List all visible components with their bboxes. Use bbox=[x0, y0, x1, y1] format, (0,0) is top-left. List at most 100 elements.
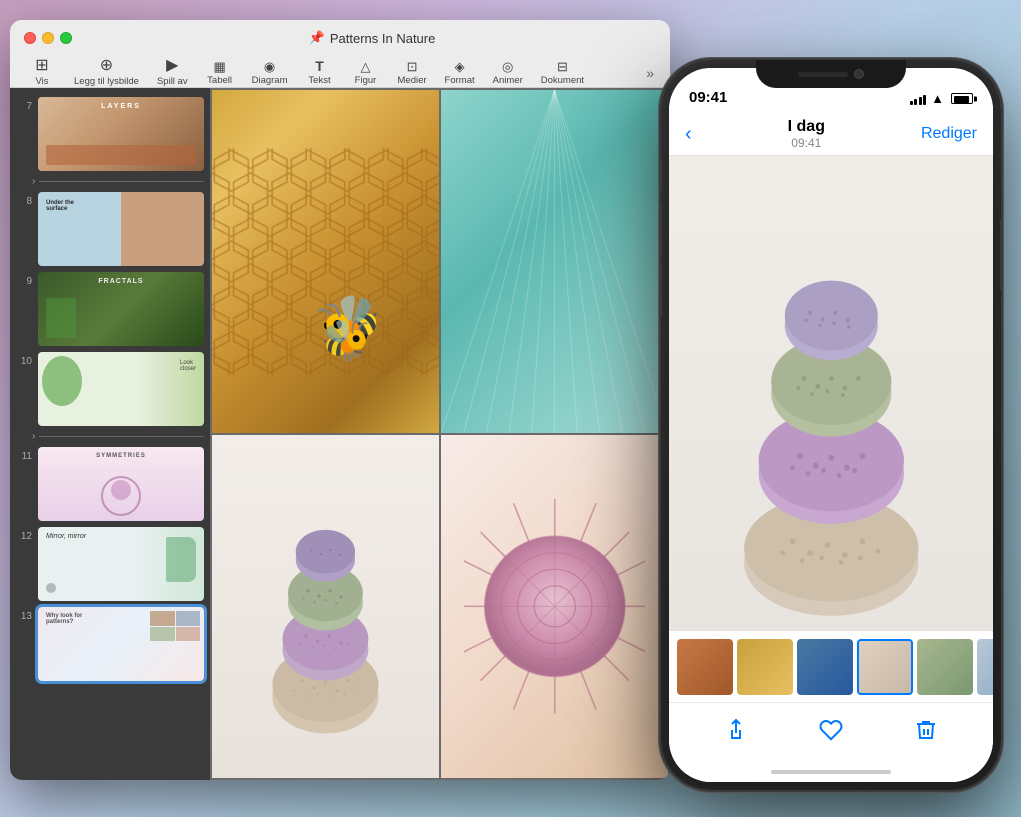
iphone-thumb-strip[interactable] bbox=[669, 630, 993, 702]
status-icons: ▲ bbox=[910, 91, 973, 106]
nav-title-section: I dag 09:41 bbox=[692, 118, 921, 150]
toolbar-animer[interactable]: ◎ Animer bbox=[485, 56, 531, 90]
divider-line-2 bbox=[39, 436, 204, 437]
window-title: 📌 Patterns In Nature bbox=[88, 30, 656, 46]
iphone-device: 09:41 ▲ ‹ bbox=[661, 60, 1001, 790]
slide-thumb-8[interactable]: Under thesurface bbox=[38, 192, 204, 266]
main-area: 7 LAYERS › 8 Under thesurface bbox=[10, 88, 670, 780]
toolbar-more-button[interactable]: » bbox=[640, 61, 660, 85]
close-button[interactable] bbox=[24, 32, 36, 44]
iphone-power-button bbox=[1000, 220, 1001, 290]
thumbnail-5[interactable] bbox=[917, 639, 973, 695]
slide-item-9[interactable]: 9 FRACTALS bbox=[10, 269, 210, 349]
toolbar-tabell[interactable]: ▦ Tabell bbox=[198, 56, 242, 90]
thumbnail-3[interactable] bbox=[797, 639, 853, 695]
format-icon: ◈ bbox=[455, 60, 465, 73]
toolbar-medier[interactable]: ⊡ Medier bbox=[390, 56, 435, 90]
slide-thumb-11[interactable]: SYMMETRIES bbox=[38, 447, 204, 521]
slide-number-7: 7 bbox=[16, 97, 32, 171]
nav-title: I dag bbox=[788, 118, 825, 136]
favorite-button[interactable] bbox=[819, 718, 843, 748]
slide-divider-11: › bbox=[10, 429, 210, 444]
toolbar-figur[interactable]: △ Figur bbox=[344, 56, 388, 90]
toolbar-diagram[interactable]: ◉ Diagram bbox=[244, 56, 296, 90]
slide-number-8: 8 bbox=[16, 192, 32, 266]
fullscreen-button[interactable] bbox=[60, 32, 72, 44]
iphone-navbar: ‹ I dag 09:41 Rediger bbox=[669, 112, 993, 156]
slide-10-title: Lookcloser bbox=[180, 360, 196, 372]
slide-item-11[interactable]: 11 SYMMETRIES bbox=[10, 444, 210, 524]
slide-item-7[interactable]: 7 LAYERS bbox=[10, 94, 210, 174]
battery-fill bbox=[954, 96, 969, 103]
battery-icon bbox=[951, 93, 973, 104]
signal-bar-2 bbox=[914, 99, 917, 105]
document-icon: ⊟ bbox=[557, 60, 568, 73]
canvas-area: 🐝 bbox=[210, 88, 670, 780]
canvas-bee-image: 🐝 bbox=[212, 90, 439, 433]
chevron-icon: › bbox=[32, 176, 35, 187]
animate-icon: ◎ bbox=[502, 60, 513, 73]
minimize-button[interactable] bbox=[42, 32, 54, 44]
share-button[interactable] bbox=[724, 718, 748, 748]
bee-image-container: 🐝 bbox=[212, 90, 439, 433]
slide-number-9: 9 bbox=[16, 272, 32, 346]
canvas-fan-image bbox=[441, 90, 668, 433]
thumbnail-2[interactable] bbox=[737, 639, 793, 695]
back-chevron-icon: ‹ bbox=[685, 124, 692, 144]
iphone-notch bbox=[756, 60, 906, 88]
slide-11-title: SYMMETRIES bbox=[96, 453, 146, 459]
vis-icon: ⊞ bbox=[35, 58, 48, 74]
iphone-vol-down bbox=[661, 265, 662, 315]
slide-number-12: 12 bbox=[16, 527, 32, 601]
nav-back-button[interactable]: ‹ bbox=[685, 124, 692, 144]
slide-thumb-9[interactable]: FRACTALS bbox=[38, 272, 204, 346]
slide-item-8[interactable]: 8 Under thesurface bbox=[10, 189, 210, 269]
toolbar-spill-av[interactable]: ▶ Spill av bbox=[149, 54, 196, 91]
slide-item-10[interactable]: 10 Lookcloser bbox=[10, 349, 210, 429]
keynote-window: 📌 Patterns In Nature ⊞ Vis ⊕ Legg til ly… bbox=[10, 20, 670, 780]
iphone-vol-up bbox=[661, 205, 662, 255]
iphone-screen: 09:41 ▲ ‹ bbox=[669, 68, 993, 782]
toolbar-dokument[interactable]: ⊟ Dokument bbox=[533, 56, 592, 90]
iphone-photo-main[interactable] bbox=[669, 156, 993, 630]
slide-item-12[interactable]: 12 Mirror, mirror bbox=[10, 524, 210, 604]
slide-number-13: 13 bbox=[16, 607, 32, 681]
text-icon: T bbox=[315, 59, 324, 73]
slide-number-10: 10 bbox=[16, 352, 32, 426]
canvas-urchin-pink bbox=[441, 435, 668, 778]
thumbnail-6[interactable] bbox=[977, 639, 993, 695]
slide-divider-8: › bbox=[10, 174, 210, 189]
fan-image-container bbox=[441, 90, 668, 433]
nav-subtitle: 09:41 bbox=[791, 136, 821, 150]
slide-thumb-13[interactable]: Why look forpatterns? bbox=[38, 607, 204, 681]
slide-panel[interactable]: 7 LAYERS › 8 Under thesurface bbox=[10, 88, 210, 780]
wifi-icon: ▲ bbox=[931, 91, 944, 106]
chart-icon: ◉ bbox=[264, 60, 275, 73]
canvas-urchin-stack bbox=[212, 435, 439, 778]
home-indicator-bar bbox=[771, 770, 891, 774]
signal-bars bbox=[910, 93, 927, 105]
iphone-bottombar bbox=[669, 702, 993, 762]
nav-edit-button[interactable]: Rediger bbox=[921, 125, 977, 143]
slide-number-11: 11 bbox=[16, 447, 32, 521]
slide-12-title: Mirror, mirror bbox=[46, 533, 86, 540]
iphone-speaker bbox=[798, 72, 848, 77]
thumbnail-1[interactable] bbox=[677, 639, 733, 695]
iphone-silent-switch bbox=[661, 160, 662, 190]
table-icon: ▦ bbox=[213, 60, 225, 73]
slide-item-13[interactable]: 13 Why look forpatterns? bbox=[10, 604, 210, 684]
slide-thumb-10[interactable]: Lookcloser bbox=[38, 352, 204, 426]
slide-thumb-7[interactable]: LAYERS bbox=[38, 97, 204, 171]
toolbar-tekst[interactable]: T Tekst bbox=[298, 55, 342, 90]
divider-line bbox=[39, 181, 204, 182]
toolbar-vis[interactable]: ⊞ Vis bbox=[20, 54, 64, 91]
toolbar-format[interactable]: ◈ Format bbox=[437, 56, 483, 90]
signal-bar-3 bbox=[919, 97, 922, 105]
toolbar-legg-til[interactable]: ⊕ Legg til lysbilde bbox=[66, 54, 147, 91]
add-slide-icon: ⊕ bbox=[100, 58, 113, 74]
delete-button[interactable] bbox=[914, 718, 938, 748]
signal-bar-4 bbox=[923, 95, 926, 105]
slide-9-title: FRACTALS bbox=[98, 278, 143, 285]
thumbnail-4-selected[interactable] bbox=[857, 639, 913, 695]
slide-thumb-12[interactable]: Mirror, mirror bbox=[38, 527, 204, 601]
